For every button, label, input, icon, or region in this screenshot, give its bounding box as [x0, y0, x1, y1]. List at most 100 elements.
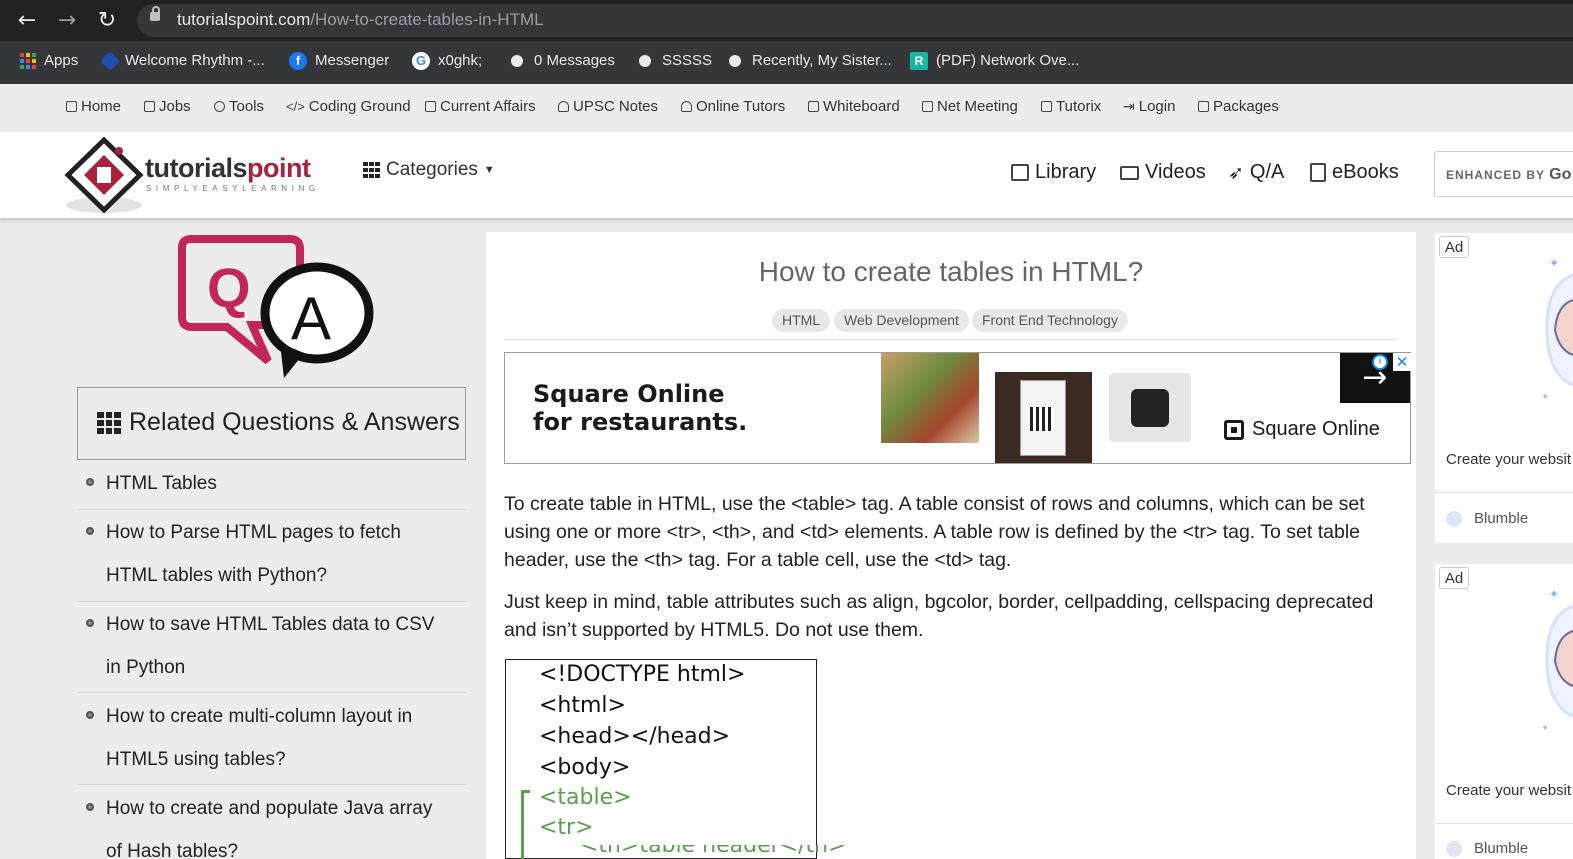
search-branding: ENHANCED BY Go	[1446, 166, 1572, 183]
bookmark-messages[interactable]: 0 Messages	[508, 50, 615, 72]
logo-wordmark[interactable]: tutorialspoint	[145, 153, 311, 184]
news-icon	[425, 101, 436, 112]
logo-tagline: SIMPLYEASYLEARNING	[146, 184, 320, 193]
bookmark-sssss[interactable]: SSSSS	[636, 50, 712, 72]
blumble-logo-icon	[1446, 840, 1462, 857]
header-videos[interactable]: Videos	[1120, 161, 1206, 184]
side-ad-text[interactable]: Create your websit	[1446, 451, 1571, 468]
topnav-coding-ground[interactable]: </> Coding Ground	[286, 98, 411, 115]
topnav-home[interactable]: Home	[66, 98, 121, 115]
svg-text:✦: ✦	[1549, 587, 1559, 601]
ad-brand[interactable]: Square Online	[1224, 418, 1380, 441]
bookmark-recently[interactable]: Recently, My Sister...	[726, 50, 892, 72]
related-question-item[interactable]: HTML Tables	[77, 462, 467, 510]
bookmark-label: Apps	[44, 52, 79, 69]
header-qa[interactable]: ➶ Q/A	[1228, 161, 1284, 184]
home-icon	[66, 101, 77, 112]
google-icon: G	[412, 52, 430, 70]
code-line: <table>	[539, 785, 632, 810]
tag-web-development[interactable]: Web Development	[834, 309, 969, 332]
topnav-current-affairs[interactable]: Current Affairs	[425, 98, 536, 115]
bookmark-welcome[interactable]: Welcome Rhythm -...	[100, 50, 265, 72]
code-icon: </>	[286, 99, 305, 114]
ad-headline[interactable]: Square Online for restaurants.	[533, 380, 747, 436]
question-text: How to create and populate Java array	[106, 798, 433, 819]
related-question-item[interactable]: How to Parse HTML pages to fetch HTML tab…	[77, 511, 467, 602]
bookmark-messenger[interactable]: f Messenger	[289, 50, 389, 72]
related-title-text: Related Questions & Answers	[129, 408, 460, 436]
apps-grid-icon	[20, 53, 36, 69]
bookmark-label: x0ghk;	[438, 52, 483, 69]
side-ad-brand[interactable]: Blumble	[1446, 840, 1528, 857]
bookmark-pdf[interactable]: R (PDF) Network Ove...	[910, 50, 1079, 72]
topnav-label: Packages	[1213, 98, 1279, 115]
hand-illustration-icon: ✦ ✦	[1541, 256, 1573, 403]
back-arrow-icon[interactable]: ←	[14, 8, 40, 34]
topnav-upsc-notes[interactable]: UPSC Notes	[558, 98, 658, 115]
library-icon	[1011, 164, 1029, 181]
printer-image	[1109, 373, 1191, 442]
side-ad-brand[interactable]: Blumble	[1446, 510, 1528, 527]
bookmark-apps[interactable]: Apps	[20, 50, 78, 72]
bullet-icon	[86, 803, 94, 811]
book-icon	[1310, 163, 1326, 182]
tag-front-end[interactable]: Front End Technology	[972, 309, 1128, 332]
food-image	[881, 353, 979, 443]
page-title: How to create tables in HTML?	[758, 256, 1144, 287]
question-text: How to save HTML Tables data to CSV	[106, 614, 435, 635]
topnav-label: Tools	[229, 98, 265, 115]
topnav-tutorix[interactable]: Tutorix	[1041, 98, 1101, 115]
hand-illustration-icon: ✦ ✦	[1541, 587, 1573, 734]
header-library[interactable]: Library	[1011, 161, 1096, 184]
bookmark-label: (PDF) Network Ove...	[936, 52, 1080, 69]
facebook-icon: f	[289, 52, 307, 70]
question-text: How to Parse HTML pages to fetch	[106, 522, 401, 543]
svg-text:Q: Q	[207, 256, 251, 319]
svg-text:✦: ✦	[1541, 392, 1549, 403]
topnav-whiteboard[interactable]: Whiteboard	[808, 98, 900, 115]
topnav-label: UPSC Notes	[573, 98, 659, 115]
header-ebooks[interactable]: eBooks	[1310, 161, 1399, 184]
bookmark-label: SSSSS	[662, 52, 713, 69]
globe-icon	[636, 52, 654, 70]
user-icon	[681, 101, 692, 112]
topnav-label: Tutorix	[1056, 98, 1102, 115]
topnav-packages[interactable]: Packages	[1198, 98, 1279, 115]
topnav-label: Whiteboard	[823, 98, 900, 115]
header-nav-label: Q/A	[1249, 161, 1285, 183]
topnav-net-meeting[interactable]: Net Meeting	[922, 98, 1018, 115]
topnav-online-tutors[interactable]: Online Tutors	[681, 98, 785, 115]
caret-down-icon: ▼	[483, 164, 495, 176]
forward-arrow-icon[interactable]: →	[54, 8, 80, 34]
bullet-icon	[86, 619, 94, 627]
lock-icon[interactable]	[150, 6, 160, 21]
ad-label: Ad	[1439, 236, 1469, 258]
topnav-tools[interactable]: Tools	[214, 98, 264, 115]
tag-html[interactable]: HTML	[772, 309, 831, 332]
reload-icon[interactable]: ↻	[94, 8, 120, 34]
grid-icon	[363, 162, 380, 178]
video-icon	[1041, 101, 1052, 112]
topnav-label: Login	[1138, 98, 1176, 115]
bookmark-label: Messenger	[315, 52, 390, 69]
svg-text:✦: ✦	[1549, 256, 1559, 270]
divider	[1435, 823, 1573, 824]
side-ad-text[interactable]: Create your websit	[1446, 782, 1571, 799]
url-text[interactable]: tutorialspoint.com/How-to-create-tables-…	[177, 10, 544, 30]
related-question-item[interactable]: How to save HTML Tables data to CSV in Py…	[77, 603, 467, 693]
close-icon[interactable]: ✕	[1393, 353, 1411, 371]
bookmark-x0ghk[interactable]: G x0ghk;	[412, 50, 482, 72]
whiteboard-icon	[808, 101, 819, 112]
question-text: HTML Tables	[106, 473, 217, 494]
related-question-item[interactable]: How to create multi-column layout in HTML…	[77, 695, 467, 785]
tutorialspoint-logo-icon[interactable]	[64, 137, 144, 215]
svg-text:✦: ✦	[1541, 723, 1549, 734]
bullet-icon	[86, 527, 94, 535]
ad-info-icon[interactable]: i	[1372, 354, 1388, 370]
categories-dropdown[interactable]: Categories ▼	[363, 159, 495, 181]
header-nav-label: Videos	[1145, 161, 1206, 183]
topnav-jobs[interactable]: Jobs	[144, 98, 191, 115]
related-question-item[interactable]: How to create and populate Java array of …	[77, 787, 467, 859]
topnav-login[interactable]: ⇥ Login	[1123, 98, 1175, 115]
qr-sign-image	[995, 372, 1092, 463]
